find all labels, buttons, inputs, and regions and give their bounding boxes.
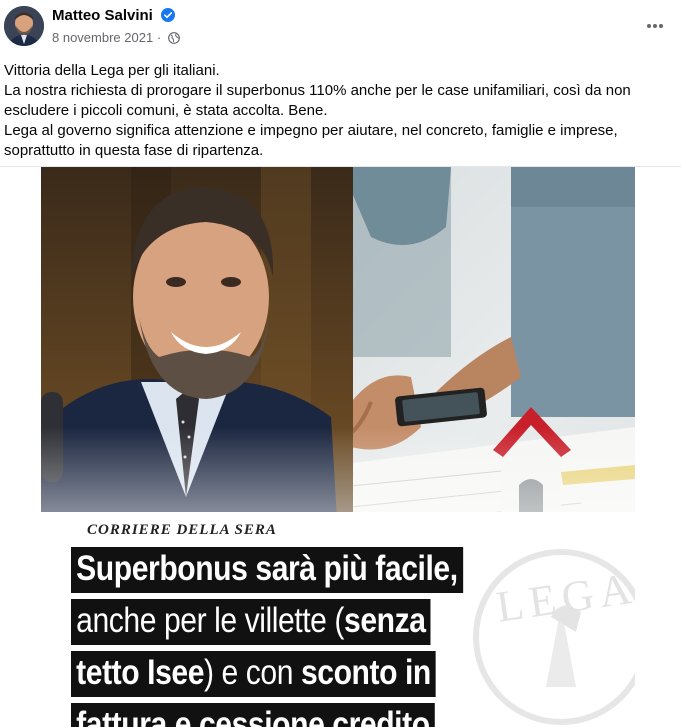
headline-text-bold: senza	[344, 601, 426, 640]
more-options-button[interactable]	[641, 12, 669, 40]
headline-text: Superbonus sarà più facile,	[76, 549, 458, 588]
author-avatar[interactable]	[4, 6, 44, 46]
headline-text: anche per le villette (	[76, 601, 345, 640]
more-options-icon	[647, 24, 663, 28]
headline-text: ) e con	[204, 653, 301, 692]
newspaper-label: CORRIERE DELLA SERA	[87, 522, 277, 538]
facebook-post: Matteo Salvini 8 novembre 2021 · Vittori…	[0, 0, 681, 727]
caption-line: Lega al governo significa attenzione e i…	[4, 122, 618, 139]
caption-line: La nostra richiesta di prorogare il supe…	[4, 82, 631, 99]
caption-line: escludere i piccoli comuni, è stata acco…	[4, 102, 328, 119]
headline-text-bold: fattura e cessione credito	[76, 705, 430, 727]
post-meta: 8 novembre 2021 ·	[52, 30, 180, 47]
post-header: Matteo Salvini 8 novembre 2021 ·	[0, 0, 681, 58]
headline-line-3: tetto Isee) e con sconto in	[71, 651, 437, 697]
author-name[interactable]: Matteo Salvini	[52, 7, 176, 26]
caption-line: Vittoria della Lega per gli italiani.	[4, 62, 220, 79]
post-date[interactable]: 8 novembre 2021	[52, 30, 153, 45]
globe-icon	[167, 32, 180, 47]
post-caption: Vittoria della Lega per gli italiani. La…	[4, 61, 674, 161]
headline-text-bold: sconto in	[300, 653, 431, 692]
headline-text-bold: tetto Isee	[76, 653, 205, 692]
author-name-text[interactable]: Matteo Salvini	[52, 7, 153, 24]
caption-line: soprattutto in questa fase di ripartenza…	[4, 142, 264, 159]
verified-badge-icon	[161, 8, 176, 26]
headline-line-2: anche per le villette (senza	[71, 599, 431, 645]
post-image[interactable]: CORRIERE DELLA SERA Superbonus sarà più …	[41, 167, 635, 727]
headline-line-4: fattura e cessione credito	[71, 703, 435, 727]
meta-separator: ·	[156, 30, 162, 45]
headline-line-1: Superbonus sarà più facile,	[71, 547, 463, 593]
